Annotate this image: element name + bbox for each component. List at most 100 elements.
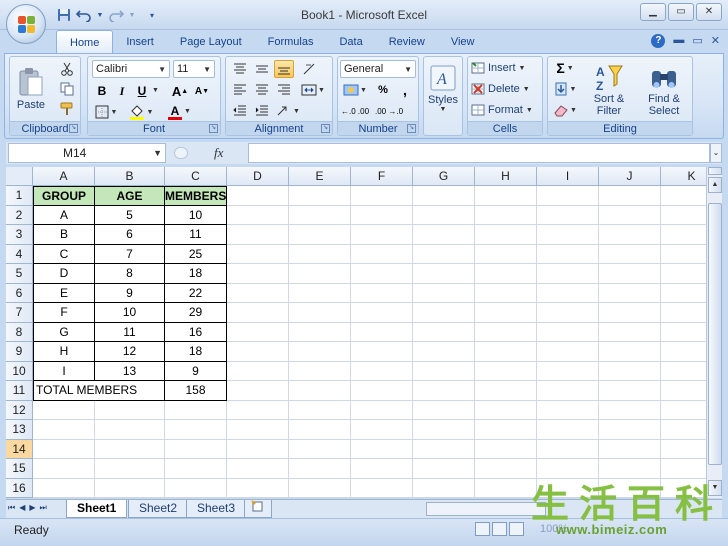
fill-color-button[interactable]: ▼ [126,103,156,121]
underline-dropdown-icon[interactable]: ▼ [152,87,159,94]
cell[interactable] [227,186,289,206]
insert-cells-button[interactable]: Insert ▼ [470,59,540,77]
cell[interactable] [227,244,289,264]
cell[interactable] [661,479,706,498]
accounting-format-button[interactable]: ▼ [340,81,370,99]
help-icon[interactable]: ? [651,34,666,48]
row-header-5[interactable]: 5 [6,264,33,284]
find-select-button[interactable]: Find & Select [638,59,690,121]
cell[interactable] [475,244,537,264]
row-header-10[interactable]: 10 [6,361,33,381]
cell[interactable] [289,439,351,459]
cell[interactable] [227,283,289,303]
cell[interactable] [413,400,475,420]
paste-button[interactable]: Paste [14,59,48,119]
cell[interactable] [413,303,475,323]
row-header-8[interactable]: 8 [6,322,33,342]
table-cell[interactable]: 13 [95,361,165,381]
cell[interactable] [661,342,706,362]
expand-formula-bar-icon[interactable]: ⌄ [710,143,722,163]
cell[interactable] [351,439,413,459]
cell[interactable] [537,342,599,362]
cell[interactable] [351,342,413,362]
cell[interactable] [165,439,227,459]
sheet-tab-sheet1[interactable]: Sheet1 [66,500,128,518]
tab-formulas[interactable]: Formulas [255,30,327,54]
cell[interactable] [289,459,351,479]
cell[interactable] [413,283,475,303]
table-cell[interactable]: 18 [165,342,227,362]
cell[interactable] [351,205,413,225]
cell[interactable] [227,439,289,459]
column-header-g[interactable]: G [413,167,475,186]
fill-button[interactable]: ▼ [550,80,580,98]
cell[interactable] [537,400,599,420]
cell[interactable] [661,440,706,459]
align-center-button[interactable] [252,81,272,99]
autosum-button[interactable]: Σ ▼ [550,59,580,77]
split-box-icon[interactable] [708,167,722,175]
cell[interactable] [599,361,661,381]
cell[interactable] [413,439,475,459]
font-name-select[interactable]: Calibri ▼ [92,60,170,78]
cell[interactable] [289,400,351,420]
cell[interactable] [165,420,227,440]
table-cell[interactable]: 10 [165,205,227,225]
cell[interactable] [289,283,351,303]
cell[interactable] [475,400,537,420]
column-header-d[interactable]: D [227,167,289,186]
cell[interactable] [413,478,475,498]
table-header-cell[interactable]: GROUP [33,186,95,206]
cell[interactable] [413,361,475,381]
table-cell[interactable]: D [33,264,95,284]
number-launcher-icon[interactable]: ↘ [407,124,416,133]
cell[interactable] [289,322,351,342]
cell[interactable] [537,244,599,264]
tab-data[interactable]: Data [326,30,375,54]
sheet-tab-sheet2[interactable]: Sheet2 [128,500,189,518]
sort-filter-button[interactable]: AZ Sort & Filter [584,59,634,121]
table-cell[interactable]: H [33,342,95,362]
cell[interactable] [351,244,413,264]
cell[interactable] [33,420,95,440]
cell[interactable] [661,381,706,401]
table-cell[interactable]: 9 [165,361,227,381]
cell[interactable] [413,186,475,206]
cell[interactable] [475,283,537,303]
cell[interactable] [599,420,661,440]
cell[interactable] [537,264,599,284]
styles-button[interactable]: A Styles ▼ [426,59,460,119]
table-cell[interactable]: E [33,283,95,303]
cell[interactable] [33,400,95,420]
cell[interactable] [475,264,537,284]
column-header-a[interactable]: A [33,167,95,186]
row-header-3[interactable]: 3 [6,225,33,245]
row-header-13[interactable]: 13 [6,420,33,440]
cell[interactable] [289,186,351,206]
table-cell[interactable]: 11 [95,322,165,342]
cell[interactable] [95,459,165,479]
table-cell[interactable]: 25 [165,244,227,264]
table-cell[interactable]: 11 [165,225,227,245]
cell[interactable] [227,205,289,225]
ribbon-restore-icon[interactable]: ▭ [692,34,702,48]
column-header-k[interactable]: K [661,167,706,186]
cell[interactable] [537,459,599,479]
font-color-dropdown-icon[interactable]: ▼ [184,108,191,115]
total-label-cell[interactable]: TOTAL MEMBERS [33,381,165,401]
insert-sheet-button[interactable] [244,500,272,518]
table-cell[interactable]: 7 [95,244,165,264]
table-cell[interactable]: 22 [165,283,227,303]
cell[interactable] [661,401,706,420]
cell[interactable] [351,361,413,381]
select-all-button[interactable] [6,167,33,186]
cell[interactable] [413,420,475,440]
cell[interactable] [33,439,95,459]
cell[interactable] [475,439,537,459]
cell[interactable] [227,322,289,342]
underline-button[interactable]: U [133,82,151,100]
row-header-6[interactable]: 6 [6,283,33,303]
cell[interactable] [537,303,599,323]
cell[interactable] [227,342,289,362]
column-header-f[interactable]: F [351,167,413,186]
